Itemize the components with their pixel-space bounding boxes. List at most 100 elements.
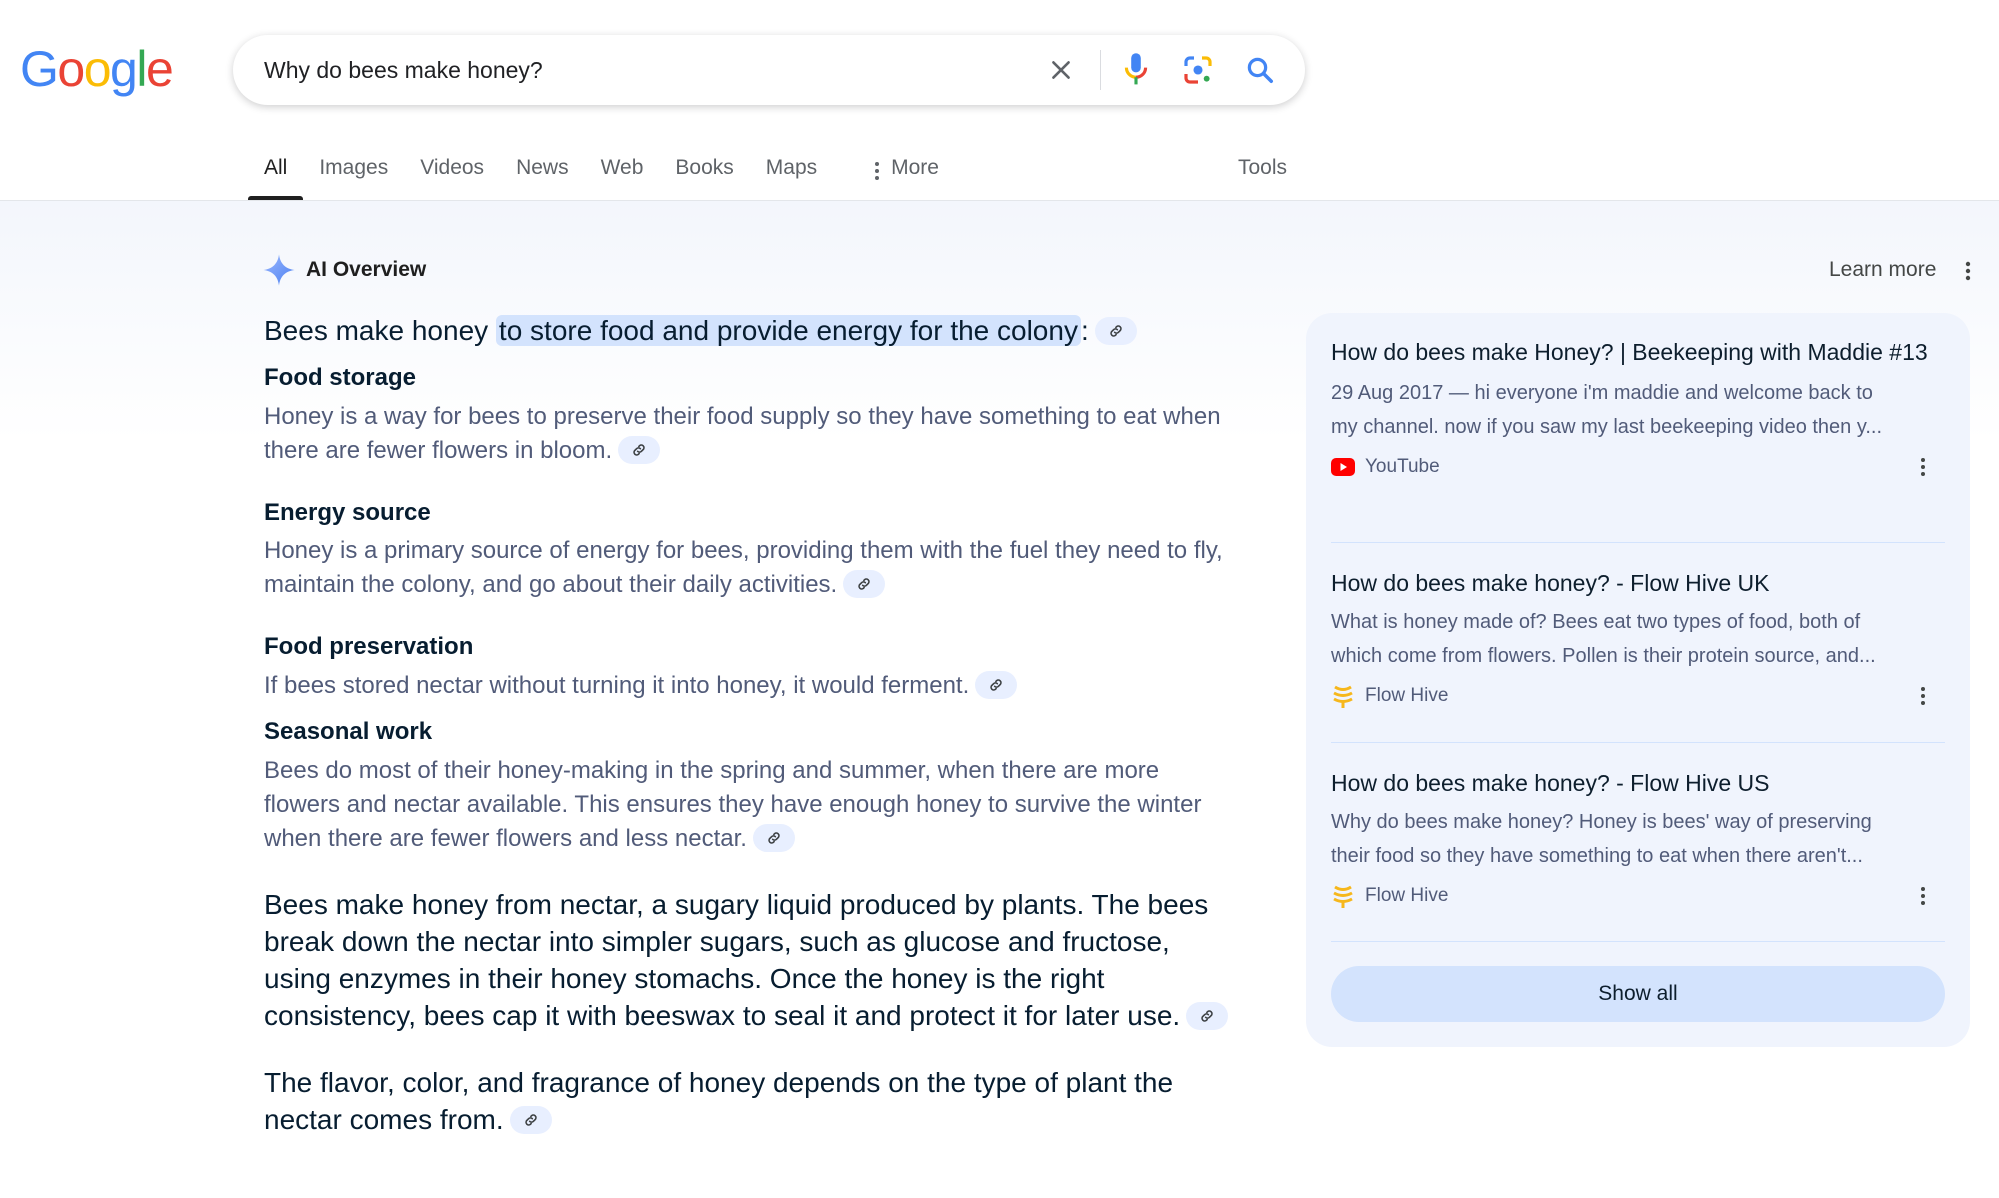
source-site: YouTube: [1365, 456, 1440, 477]
lead-highlight: to store food and provide energy for the…: [495, 315, 1081, 346]
source-divider: [1331, 941, 1945, 942]
section-title: Food preservation: [264, 633, 474, 660]
section-title: Energy source: [264, 499, 431, 526]
tab-maps[interactable]: Maps: [750, 150, 833, 200]
source-item[interactable]: How do bees make honey? - Flow Hive US W…: [1331, 768, 1945, 909]
tab-label: More: [891, 156, 939, 179]
link-icon: [768, 831, 780, 844]
link-icon: [633, 443, 645, 456]
paragraph-text: The flavor, color, and fragrance of hone…: [264, 1067, 1174, 1135]
source-menu-button[interactable]: [1913, 454, 1933, 480]
snippet-line: 29 Aug 2017 — hi everyone i'm maddie and…: [1331, 382, 1873, 404]
paragraph-text: Bees make honey from nectar, a sugary li…: [264, 889, 1209, 1031]
snippet-line: Why do bees make honey? Honey is bees' w…: [1331, 811, 1872, 833]
source-link-chip[interactable]: [1186, 1001, 1229, 1030]
logo-letter: g: [110, 41, 138, 97]
snippet-line: which come from flowers. Pollen is their…: [1331, 645, 1876, 667]
clear-search-button[interactable]: [1041, 50, 1081, 90]
lens-search-button[interactable]: [1178, 50, 1218, 90]
more-vert-icon: [1921, 458, 1925, 476]
source-snippet: What is honey made of? Bees eat two type…: [1331, 605, 1945, 673]
sources-card: How do bees make Honey? | Beekeeping wit…: [1306, 313, 1970, 1047]
source-site: Flow Hive: [1365, 685, 1449, 706]
tab-videos[interactable]: Videos: [404, 150, 500, 200]
snippet-line: their food so they have something to eat…: [1331, 845, 1863, 867]
source-meta: Flow Hive: [1331, 683, 1945, 709]
ai-overview-menu-button[interactable]: [1956, 256, 1980, 286]
microphone-icon: [1124, 53, 1148, 85]
source-item[interactable]: How do bees make Honey? | Beekeeping wit…: [1331, 337, 1945, 480]
source-divider: [1331, 742, 1945, 743]
more-vert-icon: [1921, 687, 1925, 705]
section-text: Honey is a way for bees to preserve thei…: [264, 403, 1221, 464]
logo-letter: o: [83, 41, 112, 97]
source-link-chip[interactable]: [1094, 316, 1137, 345]
lead-text: Bees make honey: [264, 315, 496, 346]
logo-letter: e: [145, 41, 174, 97]
source-link-chip[interactable]: [843, 569, 886, 598]
tab-web[interactable]: Web: [585, 150, 660, 200]
logo-letter: G: [20, 41, 59, 97]
source-meta: YouTube: [1331, 454, 1945, 480]
tab-more[interactable]: More: [857, 150, 955, 200]
search-input[interactable]: [264, 35, 1024, 105]
section-energy-source: Energy source Honey is a primary source …: [264, 496, 1234, 602]
more-vert-icon: [1965, 261, 1971, 281]
ai-overview-content: Bees make honey to store food and provid…: [264, 308, 1234, 1138]
close-icon: [1052, 61, 1070, 79]
link-icon: [524, 1113, 537, 1126]
source-snippet: 29 Aug 2017 — hi everyone i'm maddie and…: [1331, 376, 1945, 444]
source-link-chip[interactable]: [975, 670, 1018, 699]
tab-label: News: [516, 156, 569, 179]
voice-search-button[interactable]: [1116, 50, 1156, 90]
search-icon: [1247, 57, 1273, 83]
section-body: Honey is a way for bees to preserve thei…: [264, 400, 1234, 468]
lead-suffix: :: [1080, 315, 1089, 346]
tab-news[interactable]: News: [500, 150, 585, 200]
source-title[interactable]: How do bees make Honey? | Beekeeping wit…: [1331, 337, 1945, 368]
tab-images[interactable]: Images: [303, 150, 404, 200]
more-vert-icon: [875, 162, 880, 180]
tab-books[interactable]: Books: [659, 150, 749, 200]
youtube-icon: [1331, 458, 1355, 476]
source-menu-button[interactable]: [1913, 683, 1933, 709]
source-title[interactable]: How do bees make honey? - Flow Hive UK: [1331, 568, 1945, 599]
source-link-chip[interactable]: [618, 435, 661, 464]
source-title[interactable]: How do bees make honey? - Flow Hive US: [1331, 768, 1945, 799]
search-button[interactable]: [1240, 50, 1280, 90]
link-icon: [1201, 1009, 1213, 1022]
section-title: Seasonal work: [264, 718, 433, 745]
overview-paragraph: Bees make honey from nectar, a sugary li…: [264, 886, 1234, 1034]
logo-letter: l: [136, 41, 147, 97]
tab-label: All: [264, 156, 288, 179]
source-link-chip[interactable]: [752, 823, 795, 852]
source-meta: Flow Hive: [1331, 883, 1945, 909]
source-item[interactable]: How do bees make honey? - Flow Hive UK W…: [1331, 568, 1945, 709]
logo-letter: o: [57, 41, 85, 97]
source-snippet: Why do bees make honey? Honey is bees' w…: [1331, 805, 1945, 873]
search-tabs: All Images Videos News Web Books Maps Mo…: [248, 150, 955, 202]
sparkle-icon: [263, 254, 295, 286]
google-logo[interactable]: Google: [20, 41, 174, 97]
source-link-chip[interactable]: [509, 1105, 552, 1134]
section-food-storage: Food storage Honey is a way for bees to …: [264, 361, 1234, 468]
tab-label: Books: [675, 156, 734, 179]
snippet-line: my channel. now if you saw my last beeke…: [1331, 416, 1883, 438]
section-text: Bees do most of their honey-making in th…: [264, 757, 1202, 852]
link-icon: [858, 577, 870, 590]
tools-button[interactable]: Tools: [1238, 156, 1287, 180]
link-icon: [990, 678, 1002, 691]
section-seasonal-work: Seasonal work Bees do most of their hone…: [264, 715, 1234, 856]
show-all-button[interactable]: Show all: [1331, 966, 1945, 1022]
google-lens-icon: [1184, 56, 1212, 84]
section-title: Food storage: [264, 364, 417, 391]
tab-all[interactable]: All: [248, 150, 304, 200]
link-icon: [1110, 324, 1122, 337]
source-menu-button[interactable]: [1913, 883, 1933, 909]
source-site: Flow Hive: [1365, 885, 1449, 906]
ai-overview-lead: Bees make honey to store food and provid…: [264, 308, 1234, 354]
section-body: Bees do most of their honey-making in th…: [264, 754, 1234, 856]
overview-paragraph: The flavor, color, and fragrance of hone…: [264, 1064, 1234, 1138]
section-text: Honey is a primary source of energy for …: [264, 537, 1223, 598]
learn-more-link[interactable]: Learn more: [1829, 258, 1936, 282]
